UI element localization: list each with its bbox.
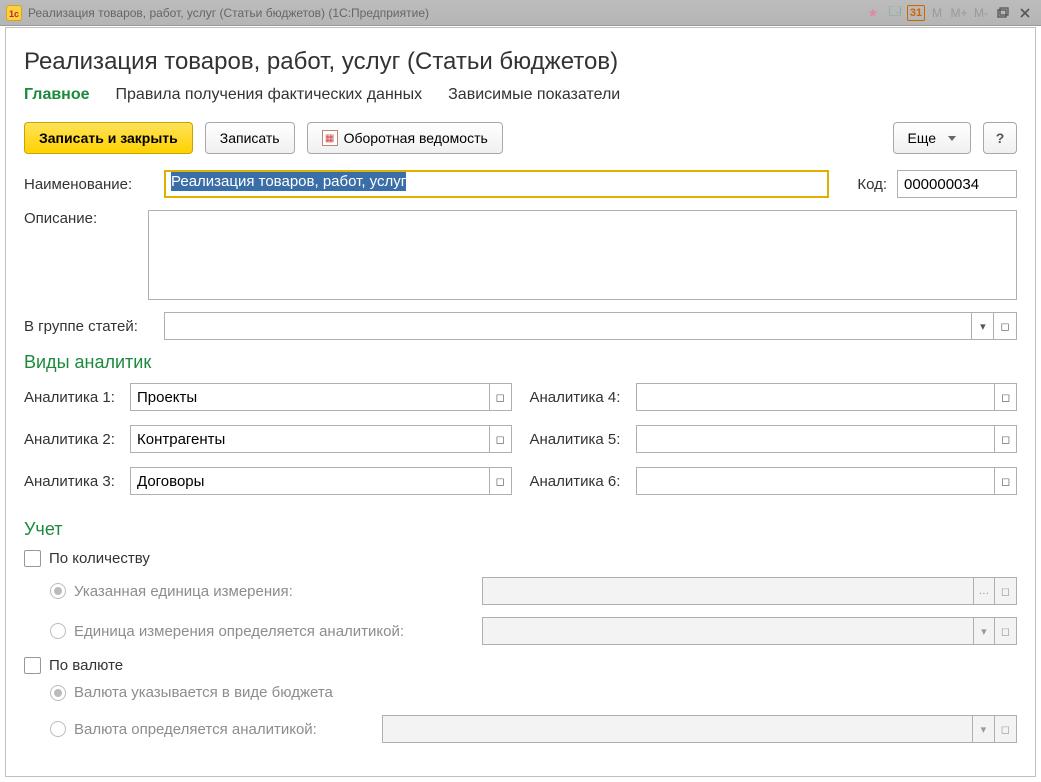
analytic-4-input[interactable] (636, 383, 995, 411)
m-minus-icon[interactable]: M- (971, 4, 991, 22)
checkbox-icon (24, 550, 41, 567)
app-icon: 1c (6, 5, 22, 21)
tab-dependents[interactable]: Зависимые показатели (448, 86, 620, 104)
section-accounting-title: Учет (24, 519, 1017, 540)
by-currency-label: По валюте (49, 657, 123, 674)
unit-by-analytic-dropdown-icon: ▾ (973, 617, 995, 645)
turnover-report-label: Оборотная ведомость (344, 130, 488, 146)
currency-by-analytic-label: Валюта определяется аналитикой: (74, 721, 317, 738)
save-and-close-button[interactable]: Записать и закрыть (24, 122, 193, 154)
analytic-3-open-icon[interactable]: ◻ (489, 467, 512, 495)
by-quantity-label: По количеству (49, 550, 150, 567)
unit-by-analytic-label: Единица измерения определяется аналитико… (74, 623, 404, 640)
analytic-5-open-icon[interactable]: ◻ (994, 425, 1017, 453)
radio-icon (50, 623, 66, 639)
favorite-icon[interactable]: ★ (863, 4, 883, 22)
name-input[interactable]: Реализация товаров, работ, услуг (164, 170, 829, 198)
window-restore-icon[interactable] (993, 4, 1013, 22)
save-button[interactable]: Записать (205, 122, 295, 154)
analytic-1-input[interactable] (130, 383, 489, 411)
window-close-icon[interactable] (1015, 4, 1035, 22)
group-open-icon[interactable]: ◻ (994, 312, 1017, 340)
toolbar: Записать и закрыть Записать ▦ Оборотная … (24, 122, 1017, 154)
unit-by-analytic-radio[interactable]: Единица измерения определяется аналитико… (50, 623, 470, 640)
analytic-row-6: Аналитика 6: ◻ (530, 467, 1018, 495)
unit-fixed-open-icon: ◻ (995, 577, 1017, 605)
radio-icon (50, 685, 66, 701)
analytic-5-input[interactable] (636, 425, 995, 453)
analytic-row-1: Аналитика 1: ◻ (24, 383, 512, 411)
analytic-3-input[interactable] (130, 467, 489, 495)
by-currency-checkbox[interactable]: По валюте (24, 657, 1017, 674)
currency-by-analytic-input (382, 715, 972, 743)
calculator-icon[interactable]: 🗔 (885, 4, 905, 22)
group-dropdown-icon[interactable]: ▾ (971, 312, 994, 340)
titlebar: 1c Реализация товаров, работ, услуг (Ста… (0, 0, 1041, 26)
chevron-down-icon (948, 136, 956, 141)
more-button[interactable]: Еще (893, 122, 972, 154)
analytics-grid: Аналитика 1: ◻ Аналитика 2: ◻ Аналитика … (24, 383, 1017, 509)
unit-fixed-ellipsis-icon: … (973, 577, 995, 605)
by-quantity-checkbox[interactable]: По количеству (24, 550, 1017, 567)
analytic-4-open-icon[interactable]: ◻ (994, 383, 1017, 411)
row-name: Наименование: Реализация товаров, работ,… (24, 170, 1017, 198)
analytic-6-label: Аналитика 6: (530, 473, 636, 490)
code-input[interactable] (897, 170, 1017, 198)
unit-fixed-radio[interactable]: Указанная единица измерения: (50, 583, 470, 600)
analytic-1-label: Аналитика 1: (24, 389, 130, 406)
section-analytics-title: Виды аналитик (24, 352, 1017, 373)
unit-by-analytic-open-icon: ◻ (995, 617, 1017, 645)
description-label: Описание: (24, 210, 138, 227)
analytic-6-open-icon[interactable]: ◻ (994, 467, 1017, 495)
help-button[interactable]: ? (983, 122, 1017, 154)
radio-icon (50, 721, 66, 737)
window-title: Реализация товаров, работ, услуг (Статьи… (28, 6, 861, 20)
analytic-3-label: Аналитика 3: (24, 473, 130, 490)
m-icon[interactable]: M (927, 4, 947, 22)
analytic-4-label: Аналитика 4: (530, 389, 636, 406)
unit-fixed-input (482, 577, 973, 605)
tab-main[interactable]: Главное (24, 86, 90, 104)
analytic-1-open-icon[interactable]: ◻ (489, 383, 512, 411)
currency-by-analytic-dropdown-icon: ▾ (972, 715, 994, 743)
row-description: Описание: (24, 210, 1017, 300)
radio-icon (50, 583, 66, 599)
analytic-row-4: Аналитика 4: ◻ (530, 383, 1018, 411)
page-title: Реализация товаров, работ, услуг (Статьи… (24, 48, 1017, 76)
report-icon: ▦ (322, 130, 338, 146)
currency-in-budget-label: Валюта указывается в виде бюджета (74, 684, 333, 701)
group-input[interactable] (164, 312, 971, 340)
currency-by-analytic-open-icon: ◻ (995, 715, 1017, 743)
description-input[interactable] (148, 210, 1017, 300)
analytic-row-5: Аналитика 5: ◻ (530, 425, 1018, 453)
form-body: Реализация товаров, работ, услуг (Статьи… (5, 27, 1036, 777)
name-input-value: Реализация товаров, работ, услуг (171, 172, 406, 191)
checkbox-icon (24, 657, 41, 674)
calendar-icon[interactable]: 31 (907, 5, 925, 21)
tab-rules[interactable]: Правила получения фактических данных (116, 86, 423, 104)
analytic-2-label: Аналитика 2: (24, 431, 130, 448)
analytic-2-open-icon[interactable]: ◻ (489, 425, 512, 453)
analytic-6-input[interactable] (636, 467, 995, 495)
analytic-5-label: Аналитика 5: (530, 431, 636, 448)
m-plus-icon[interactable]: M+ (949, 4, 969, 22)
currency-in-budget-radio[interactable]: Валюта указывается в виде бюджета (50, 684, 1017, 701)
more-label: Еще (908, 130, 937, 146)
currency-by-analytic-radio[interactable]: Валюта определяется аналитикой: (50, 721, 370, 738)
row-group: В группе статей: ▾ ◻ (24, 312, 1017, 340)
code-label: Код: (857, 176, 887, 193)
group-label: В группе статей: (24, 318, 154, 335)
turnover-report-button[interactable]: ▦ Оборотная ведомость (307, 122, 503, 154)
unit-fixed-label: Указанная единица измерения: (74, 583, 293, 600)
analytic-row-3: Аналитика 3: ◻ (24, 467, 512, 495)
analytic-2-input[interactable] (130, 425, 489, 453)
unit-by-analytic-input (482, 617, 973, 645)
tabs: Главное Правила получения фактических да… (24, 86, 1017, 104)
analytic-row-2: Аналитика 2: ◻ (24, 425, 512, 453)
name-label: Наименование: (24, 176, 154, 193)
